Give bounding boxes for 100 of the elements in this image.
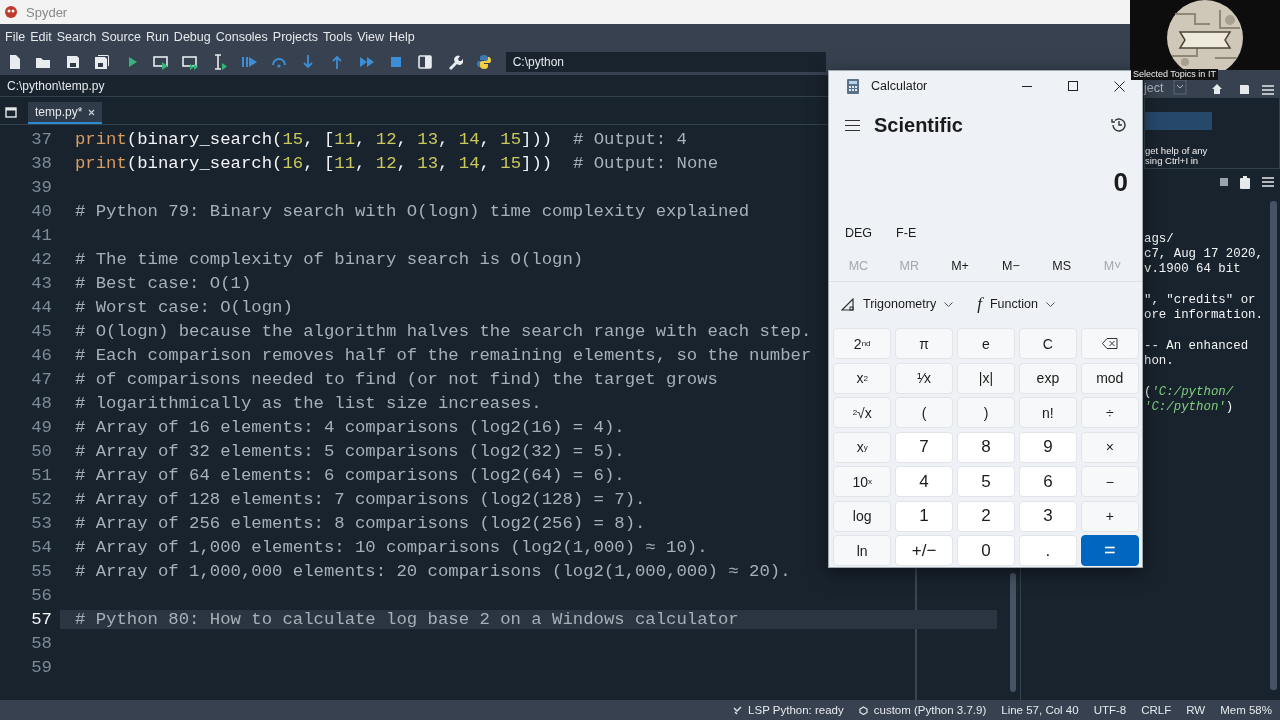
digit-key[interactable]: 4 [894, 466, 954, 497]
app-icon [4, 5, 18, 19]
code-line: # Each comparison removes half of the remaining elements, so the number [75, 345, 812, 365]
home-icon[interactable] [1211, 83, 1224, 95]
function-key[interactable]: mod [1080, 362, 1139, 394]
menu-item[interactable]: Run [143, 29, 172, 44]
line-number: 38 [30, 153, 52, 173]
close-icon[interactable] [88, 108, 96, 116]
menu-item[interactable]: Help [387, 29, 418, 44]
digit-key[interactable]: 5 [956, 466, 1016, 497]
line-number: 40 [30, 201, 52, 221]
dropdown-icon[interactable] [1173, 79, 1188, 95]
digit-key[interactable]: +/− [894, 535, 954, 566]
menu-item[interactable]: Search [54, 29, 100, 44]
line-number: 37 [30, 129, 52, 149]
chevron-down-icon[interactable] [944, 301, 954, 307]
save-icon[interactable] [64, 54, 81, 70]
continue-icon[interactable] [358, 54, 375, 70]
equals-key[interactable]: = [1080, 535, 1139, 566]
function-key[interactable]: log [833, 500, 892, 532]
console-line: ags/ [1144, 231, 1175, 247]
function-key[interactable]: ln [833, 535, 892, 566]
line-number: 55 [30, 561, 52, 581]
function-key[interactable]: ÷ [1080, 397, 1139, 428]
save-icon[interactable] [1239, 84, 1251, 95]
function-key[interactable]: x$^{2}$ [833, 362, 892, 394]
function-key[interactable]: ) [956, 397, 1016, 428]
function-key[interactable]: e [956, 328, 1016, 359]
menu-item[interactable]: Debug [171, 29, 214, 44]
browse-tabs-icon[interactable] [5, 107, 17, 118]
editor-tab[interactable]: temp.py* [28, 102, 103, 124]
help-text: sing Ctrl+I in [1145, 156, 1199, 166]
angle-unit-button[interactable]: DEG [845, 226, 873, 240]
run-cell-advance-icon[interactable] [182, 54, 199, 70]
code-line: # Array of 256 elements: 8 comparisons (log2(256) = 8). [75, 513, 646, 533]
memory-button[interactable]: MS [1036, 259, 1088, 273]
save-all-icon[interactable] [94, 54, 111, 70]
digit-key[interactable]: 0 [956, 535, 1016, 566]
digit-key[interactable]: 9 [1018, 431, 1078, 463]
working-directory-field[interactable]: C:\python [505, 52, 826, 72]
code-line: print(binary_search(16, [11, 12, 13, 14, 15])) # Output: None [75, 153, 719, 173]
lsp-status-icon [733, 705, 743, 715]
digit-key[interactable]: 2 [956, 500, 1016, 532]
dropdown-label[interactable]: Function [989, 297, 1038, 311]
menu-item[interactable]: Edit [28, 29, 55, 44]
menu-item[interactable]: Projects [270, 29, 321, 44]
function-key[interactable]: |x| [956, 362, 1016, 394]
function-key[interactable]: x$^{y}$ [833, 431, 892, 463]
clipboard-icon[interactable] [1240, 175, 1250, 189]
function-key[interactable]: ¹⁄x [894, 362, 954, 394]
function-key[interactable]: − [1080, 466, 1139, 497]
function-key[interactable]: 10$^{x}$ [833, 466, 892, 497]
debug-icon[interactable] [241, 54, 258, 70]
dropdown-label[interactable]: Trigonometry [863, 297, 937, 311]
console-line: 'C:/python') [1144, 399, 1235, 416]
history-icon[interactable] [1110, 116, 1128, 134]
scrollbar[interactable] [1270, 201, 1277, 690]
file-path: C:\python\temp.py [7, 78, 105, 93]
function-key[interactable]: ( [894, 397, 954, 428]
function-key[interactable]: exp [1018, 362, 1078, 394]
pane-title: ject [1144, 81, 1164, 95]
code-line: # Array of 1,000,000 elements: 20 comparisons (log2(1,000,000) ≈ 20). [75, 561, 791, 581]
python-icon[interactable] [476, 54, 493, 70]
console-line: ore information. [1144, 308, 1264, 324]
scrollbar[interactable] [1010, 573, 1016, 692]
maximize-pane-icon[interactable] [417, 54, 434, 70]
menu-item[interactable]: Tools [321, 29, 356, 44]
backspace-button[interactable] [1080, 328, 1139, 359]
digit-key[interactable]: 3 [1018, 500, 1078, 532]
function-key[interactable]: n! [1018, 397, 1078, 428]
menu-item[interactable]: Consoles [213, 29, 271, 44]
digit-key[interactable]: 6 [1018, 466, 1078, 497]
digit-key[interactable]: 8 [956, 431, 1016, 463]
code-line: # Array of 64 elements: 6 comparisons (log2(64) = 6). [75, 465, 625, 485]
function-key[interactable]: C [1018, 328, 1078, 359]
run-cell-icon[interactable] [152, 54, 169, 70]
digit-key[interactable]: 7 [894, 431, 954, 463]
menu-item[interactable]: Source [99, 29, 144, 44]
status-text: RW [1186, 704, 1206, 716]
function-key[interactable]: 2$^{nd}$ [833, 328, 892, 359]
menu-icon[interactable] [845, 119, 860, 131]
function-key[interactable]: + [1080, 500, 1139, 532]
line-number: 59 [30, 657, 52, 677]
line-number: 46 [30, 345, 52, 365]
line-number: 53 [30, 513, 52, 533]
function-key[interactable]: π [894, 328, 954, 359]
digit-key[interactable]: . [1018, 535, 1078, 566]
function-key[interactable]: × [1080, 431, 1139, 463]
digit-key[interactable]: 1 [894, 500, 954, 532]
memory-button[interactable]: M+ [934, 259, 986, 273]
status-text: Line 57, Col 40 [1001, 704, 1079, 716]
code-line: # O(logn) because the algorithm halves the search range with each step. [75, 321, 812, 341]
notation-button[interactable]: F-E [896, 226, 917, 240]
memory-button[interactable]: M− [985, 259, 1037, 273]
menu-item[interactable]: View [355, 29, 388, 44]
menu-item[interactable]: File [3, 29, 29, 44]
chevron-down-icon[interactable] [1045, 301, 1055, 307]
function-key[interactable]: $^{2}$√x [833, 397, 892, 428]
line-number: 43 [30, 273, 52, 293]
close-icon [1113, 80, 1125, 92]
